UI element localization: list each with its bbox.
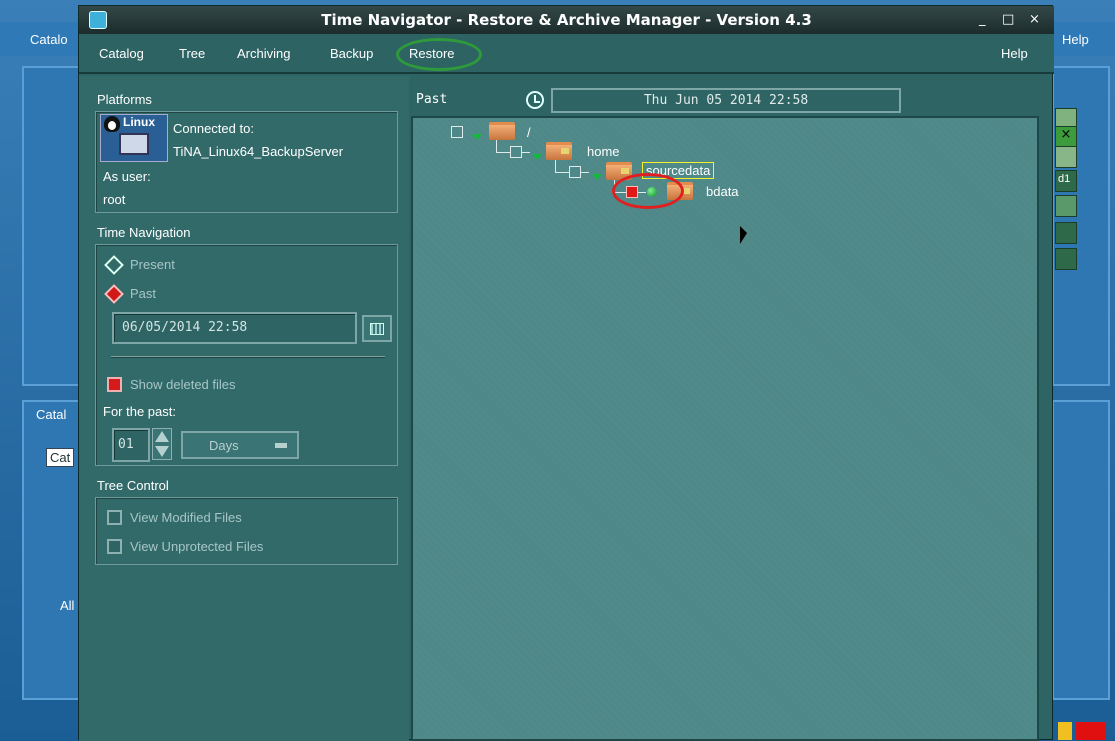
platforms-header: Platforms [97,92,152,107]
past-date-input[interactable]: 06/05/2014 22:58 [112,312,357,344]
view-unprotected-files-label: View Unprotected Files [130,539,264,554]
tree-connector [555,160,556,172]
window-title: Time Navigator - Restore & Archive Manag… [321,11,812,29]
penguin-icon [104,116,120,132]
background-all-label: All [60,598,75,613]
tree-connector [555,172,569,173]
spin-down-icon[interactable] [155,446,169,457]
tree-node-checkbox[interactable] [510,146,522,158]
connected-to-label: Connected to: [173,121,254,136]
menu-tree[interactable]: Tree [179,46,205,61]
time-navigation-header: Time Navigation [97,225,191,240]
tree-node-checkbox[interactable] [569,166,581,178]
tree-node-checkbox[interactable] [451,126,463,138]
checkbox-highlight-annotation [612,173,684,209]
background-tile [1055,222,1077,244]
background-tile [1055,248,1077,270]
file-tree-pane[interactable] [411,116,1039,741]
view-modified-files-label: View Modified Files [130,510,242,525]
as-user-label: As user: [103,169,151,184]
linux-logo-icon: Linux [100,114,168,162]
background-menu-help[interactable]: Help [1062,32,1089,47]
menu-archiving[interactable]: Archiving [237,46,290,61]
calendar-grid [370,323,384,335]
clock-icon[interactable] [526,91,544,109]
show-deleted-files-checkbox[interactable] [107,377,122,392]
title-bar[interactable]: Time Navigator - Restore & Archive Manag… [79,6,1054,34]
show-deleted-files-label: Show deleted files [130,377,236,392]
divider [111,356,385,358]
tree-connector [522,152,530,153]
background-menu-catalog[interactable]: Catalo [30,32,68,47]
background-tab-label[interactable]: Catal [36,407,66,422]
calendar-icon[interactable] [362,315,392,342]
background-panel-bottom: Catal Cat All [22,400,86,700]
tree-node-bdata[interactable]: bdata [706,184,739,199]
folder-icon [546,142,572,160]
folder-marker [621,168,629,174]
expand-icon[interactable] [532,154,542,160]
present-label: Present [130,257,175,272]
view-modified-files-checkbox[interactable] [107,510,122,525]
expand-icon[interactable] [472,134,482,140]
tree-connector [496,140,497,152]
tree-node-root[interactable]: / [527,125,531,140]
maximize-icon[interactable]: □ [1002,12,1014,27]
background-tile [1055,146,1077,168]
tree-connector [581,172,589,173]
view-unprotected-files-checkbox[interactable] [107,539,122,554]
spin-up-icon[interactable] [155,431,169,442]
tree-control-header: Tree Control [97,478,169,493]
dropdown-arrow-icon [275,443,287,448]
background-close-icon[interactable]: × [1055,126,1077,148]
tree-connector [496,152,510,153]
menu-bar: Catalog Tree Archiving Backup Restore He… [79,34,1054,74]
folder-marker [561,148,569,154]
menu-help[interactable]: Help [1001,46,1028,61]
tree-control-frame [95,497,398,565]
menu-catalog[interactable]: Catalog [99,46,144,61]
time-navigator-window: Time Navigator - Restore & Archive Manag… [78,5,1054,741]
linux-logo-text: Linux [123,115,155,129]
menu-backup[interactable]: Backup [330,46,373,61]
for-the-past-input[interactable]: 01 [112,428,150,462]
tree-mode-label: Past [416,92,448,107]
close-icon[interactable]: × [1029,12,1040,27]
background-item-label: d1 [1058,173,1071,185]
background-tile: d1 [1055,170,1077,192]
background-status-tile [1076,722,1106,740]
minimize-icon[interactable]: _ [979,12,986,27]
background-panel-top [22,66,86,386]
expand-icon[interactable] [592,174,602,180]
past-label: Past [130,286,157,301]
background-tile [1055,195,1077,217]
folder-icon [489,122,515,140]
server-name: TiNA_Linux64_BackupServer [173,144,344,159]
background-combo[interactable]: Cat [46,448,75,467]
tree-date-display: Thu Jun 05 2014 22:58 [551,88,901,113]
tree-node-home[interactable]: home [587,144,620,159]
computer-icon [119,133,149,155]
for-the-past-stepper[interactable] [152,428,172,460]
background-status-tile [1058,722,1072,740]
restore-highlight-annotation [396,38,482,71]
mouse-cursor-icon [740,226,747,244]
for-the-past-label: For the past: [103,404,176,419]
unit-value: Days [209,438,239,453]
background-panel-right-bottom [1052,400,1110,700]
unit-dropdown[interactable]: Days [181,431,299,459]
user-name: root [103,192,126,207]
